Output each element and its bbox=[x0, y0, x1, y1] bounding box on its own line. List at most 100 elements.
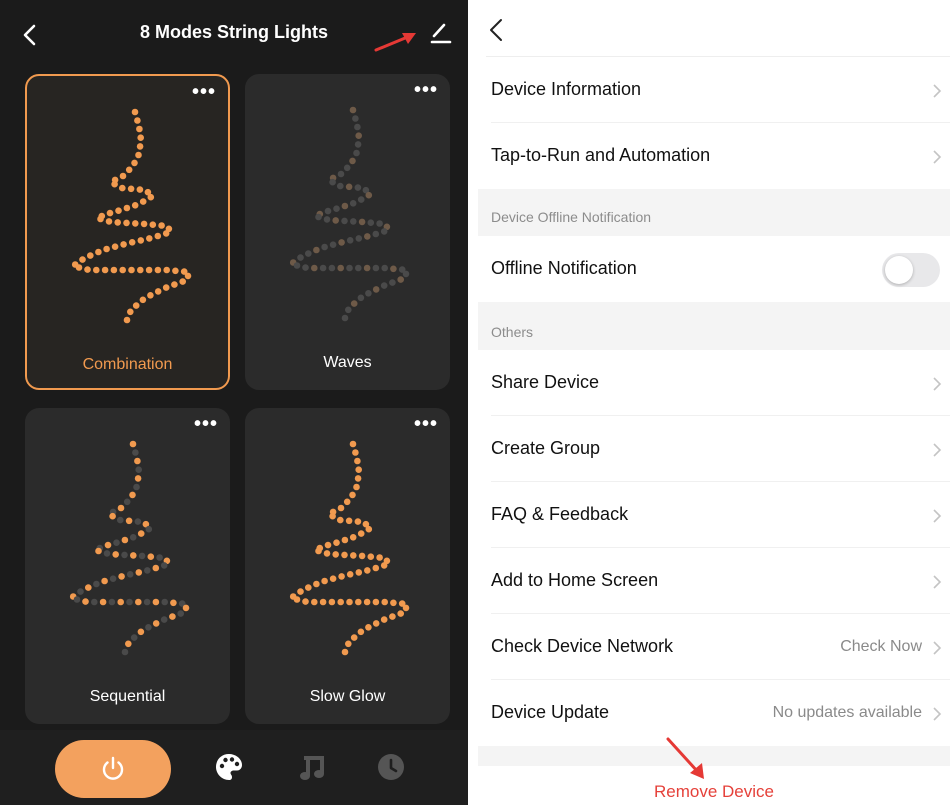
light-dot bbox=[115, 207, 122, 214]
light-dot bbox=[357, 628, 365, 636]
light-dot bbox=[354, 475, 362, 482]
light-dot bbox=[341, 202, 349, 210]
light-dot bbox=[130, 552, 137, 559]
light-dot bbox=[365, 525, 373, 533]
update-status: No updates available bbox=[772, 704, 922, 721]
light-dot bbox=[132, 449, 139, 456]
power-button[interactable] bbox=[55, 740, 171, 798]
light-dot bbox=[145, 624, 152, 631]
light-dot bbox=[137, 266, 144, 274]
light-dot bbox=[353, 483, 360, 491]
row-label: Add to Home Screen bbox=[491, 570, 659, 590]
row-device-update[interactable]: Device Update No updates available bbox=[478, 680, 950, 746]
light-dot bbox=[345, 306, 352, 314]
remove-device-button[interactable]: Remove Device bbox=[478, 766, 950, 805]
light-dot bbox=[329, 178, 336, 186]
light-dot bbox=[358, 218, 366, 226]
chevron-right-icon bbox=[933, 377, 942, 391]
light-dot bbox=[353, 149, 360, 157]
light-dot bbox=[119, 172, 127, 180]
light-dot bbox=[113, 539, 120, 546]
light-dot bbox=[144, 567, 151, 574]
mode-selection-screen: 8 Modes String Lights ••• Combination ••… bbox=[0, 0, 468, 805]
light-dot bbox=[311, 598, 318, 606]
light-dot bbox=[160, 562, 168, 569]
light-dot bbox=[341, 648, 349, 656]
mode-card-slow-glow[interactable]: ••• Slow Glow bbox=[245, 408, 450, 724]
light-dot bbox=[146, 235, 153, 242]
chevron-right-icon bbox=[933, 707, 942, 721]
light-dot bbox=[376, 554, 383, 561]
light-dot bbox=[364, 233, 371, 240]
light-dot bbox=[363, 598, 371, 606]
light-dot bbox=[73, 596, 81, 603]
row-check-device-network[interactable]: Check Device Network Check Now bbox=[478, 614, 950, 680]
row-label: Check Device Network bbox=[491, 636, 674, 656]
music-icon[interactable] bbox=[298, 752, 328, 782]
light-dot bbox=[328, 598, 336, 606]
row-device-information[interactable]: Device Information bbox=[478, 57, 950, 123]
light-dot bbox=[355, 264, 362, 272]
row-faq-feedback[interactable]: FAQ & Feedback bbox=[478, 482, 950, 548]
light-dot bbox=[352, 115, 359, 122]
light-dot bbox=[134, 457, 141, 465]
light-dot bbox=[152, 598, 160, 606]
light-dot bbox=[162, 284, 170, 291]
light-dot bbox=[182, 604, 190, 612]
light-dot bbox=[337, 504, 345, 512]
light-dot bbox=[305, 584, 312, 591]
light-dot bbox=[179, 278, 186, 285]
light-dot bbox=[341, 536, 349, 544]
light-dot bbox=[123, 316, 131, 324]
palette-icon[interactable] bbox=[214, 752, 244, 782]
light-dot bbox=[95, 248, 102, 256]
light-dot bbox=[363, 264, 371, 272]
light-dot bbox=[154, 266, 162, 274]
row-label: Create Group bbox=[491, 438, 601, 458]
light-dot bbox=[323, 216, 331, 223]
light-dot bbox=[313, 246, 320, 254]
light-dot bbox=[397, 610, 404, 617]
light-dot bbox=[338, 573, 345, 580]
light-dot bbox=[372, 598, 380, 606]
light-dot bbox=[293, 596, 301, 603]
light-dot bbox=[328, 264, 336, 272]
light-dot bbox=[112, 551, 119, 558]
row-share-device[interactable]: Share Device bbox=[478, 350, 950, 416]
light-dot bbox=[104, 541, 112, 549]
mode-card-combination[interactable]: ••• Combination bbox=[25, 74, 230, 390]
light-dot bbox=[87, 252, 94, 259]
mode-card-waves[interactable]: ••• Waves bbox=[245, 74, 450, 390]
light-dot bbox=[117, 504, 125, 512]
back-arrow-icon[interactable] bbox=[18, 18, 42, 52]
back-arrow-icon[interactable] bbox=[486, 16, 506, 44]
light-dot bbox=[349, 157, 356, 165]
light-dot bbox=[315, 213, 322, 221]
light-dot bbox=[125, 166, 133, 174]
light-dot bbox=[389, 613, 396, 620]
light-dot bbox=[177, 610, 184, 617]
chevron-right-icon bbox=[933, 84, 942, 98]
light-dot bbox=[311, 264, 318, 272]
light-dot bbox=[85, 584, 92, 591]
row-add-to-home-screen[interactable]: Add to Home Screen bbox=[478, 548, 950, 614]
row-create-group[interactable]: Create Group bbox=[478, 416, 950, 482]
offline-notification-toggle[interactable] bbox=[882, 253, 940, 287]
edit-icon[interactable] bbox=[428, 20, 454, 46]
light-dot bbox=[79, 256, 86, 263]
check-now-link[interactable]: Check Now bbox=[840, 638, 922, 656]
row-label: Offline Notification bbox=[491, 258, 637, 278]
light-dot bbox=[137, 628, 145, 636]
mode-card-sequential[interactable]: ••• Sequential bbox=[25, 408, 230, 724]
light-dot bbox=[134, 117, 141, 124]
light-dot bbox=[338, 239, 345, 246]
light-dot bbox=[349, 534, 357, 541]
light-dot bbox=[324, 541, 332, 549]
row-tap-to-run[interactable]: Tap-to-Run and Automation bbox=[478, 123, 950, 189]
light-dot bbox=[390, 599, 397, 607]
clock-icon[interactable] bbox=[376, 752, 406, 782]
light-dot bbox=[380, 616, 388, 623]
light-dot bbox=[354, 457, 361, 465]
light-dot bbox=[93, 266, 100, 274]
light-dot bbox=[156, 554, 163, 561]
